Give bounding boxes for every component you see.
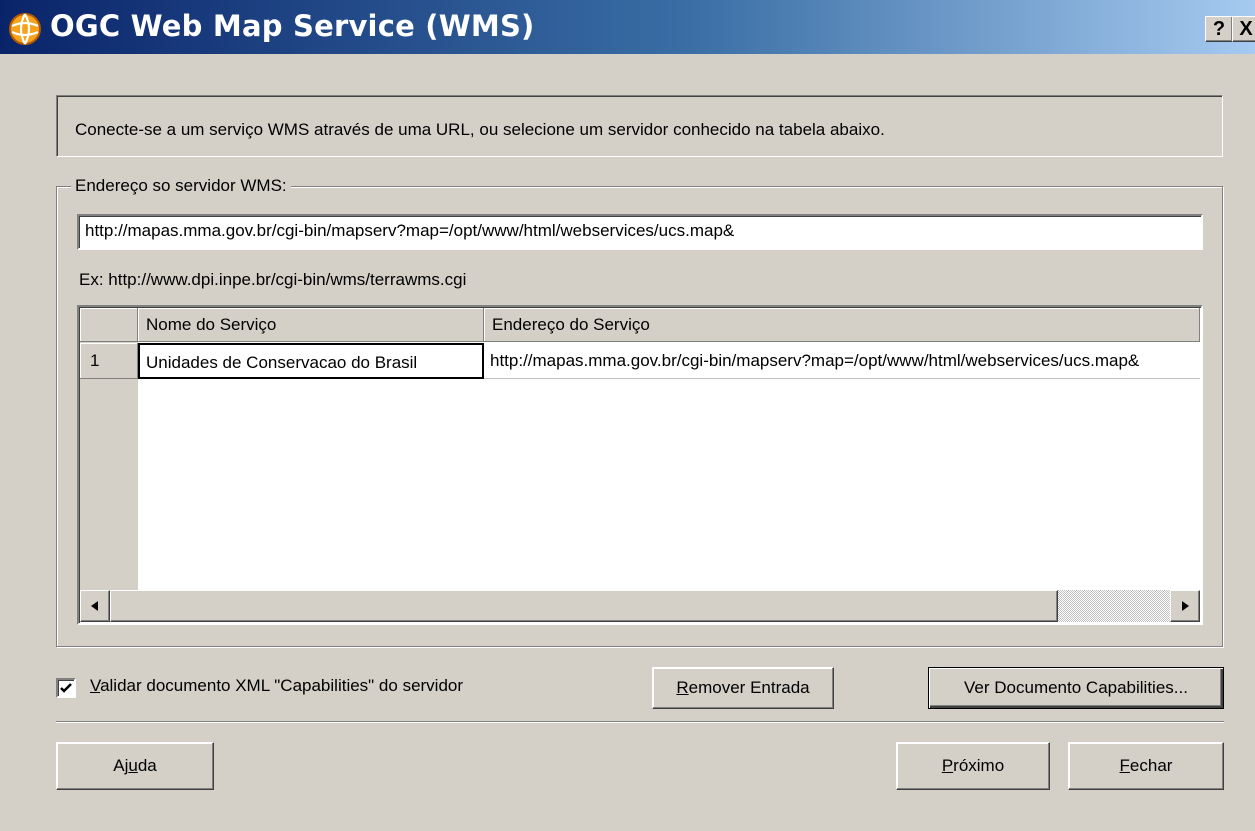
remove-entry-button[interactable]: Remover Entrada [652, 667, 834, 709]
table-corner-header [80, 308, 138, 342]
globe-icon [9, 13, 41, 45]
horizontal-scrollbar[interactable] [80, 590, 1200, 622]
scrollbar-thumb[interactable] [110, 590, 1058, 622]
separator-line [56, 721, 1224, 723]
close-button[interactable]: Fechar [1068, 742, 1224, 790]
column-header-address[interactable]: Endereço do Serviço [484, 308, 1200, 342]
server-table[interactable]: Nome do Serviço Endereço do Serviço 1 Un… [77, 305, 1203, 625]
scroll-left-button[interactable] [80, 590, 110, 622]
server-groupbox: Endereço so servidor WMS: http://mapas.m… [56, 176, 1223, 647]
validate-xml-checkbox[interactable] [56, 678, 76, 698]
title-bar[interactable]: OGC Web Map Service (WMS) ? X [0, 0, 1255, 54]
help-title-button[interactable]: ? [1205, 16, 1233, 42]
server-group-legend: Endereço so servidor WMS: [71, 176, 291, 196]
server-url-input[interactable]: http://mapas.mma.gov.br/cgi-bin/mapserv?… [77, 214, 1203, 250]
window-title: OGC Web Map Service (WMS) [50, 9, 535, 43]
column-header-name[interactable]: Nome do Serviço [138, 308, 484, 342]
checkmark-icon [60, 683, 72, 693]
info-text: Conecte-se a um serviço WMS através de u… [75, 120, 885, 139]
info-panel: Conecte-se a um serviço WMS através de u… [56, 95, 1223, 157]
row-number[interactable]: 1 [80, 343, 138, 379]
table-cell-address[interactable]: http://mapas.mma.gov.br/cgi-bin/mapserv?… [484, 343, 1200, 379]
scroll-right-button[interactable] [1170, 590, 1200, 622]
arrow-left-icon [91, 601, 98, 611]
close-title-button[interactable]: X [1232, 16, 1255, 42]
view-capabilities-button[interactable]: Ver Documento Capabilities... [928, 667, 1224, 709]
url-example-text: Ex: http://www.dpi.inpe.br/cgi-bin/wms/t… [79, 270, 467, 289]
help-button[interactable]: Ajuda [56, 742, 214, 790]
validate-xml-label[interactable]: Validar documento XML "Capabilities" do … [90, 676, 463, 696]
next-button[interactable]: Próximo [896, 742, 1050, 790]
scrollbar-track[interactable] [1058, 590, 1170, 622]
table-cell-name[interactable]: Unidades de Conservacao do Brasil [138, 343, 484, 379]
arrow-right-icon [1182, 601, 1189, 611]
